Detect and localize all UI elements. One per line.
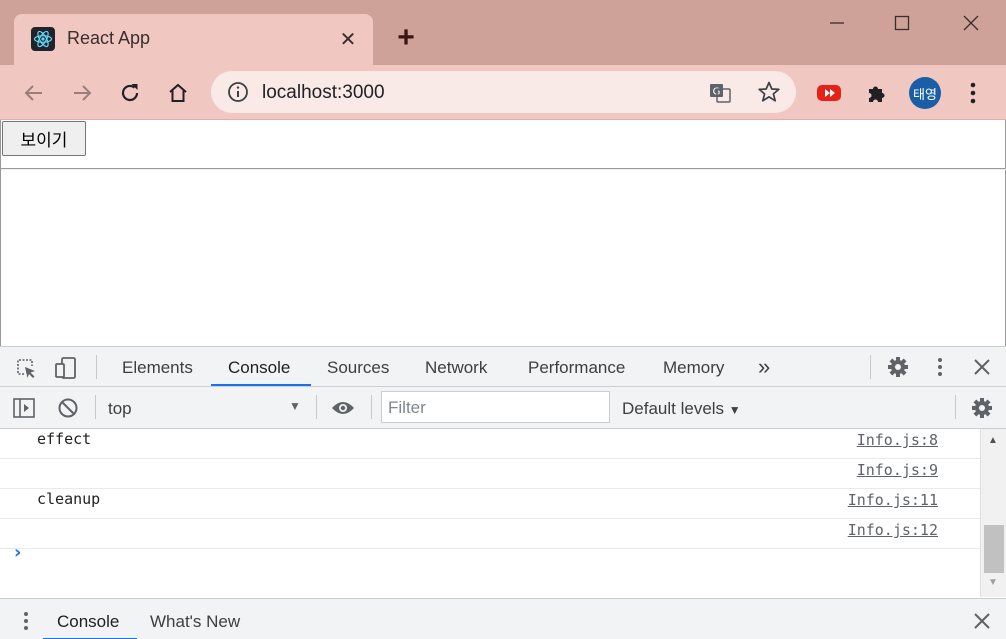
reload-icon[interactable] [114,77,146,109]
tab-performance[interactable]: Performance [528,358,625,378]
filter-input[interactable]: Filter [381,391,610,423]
tab-title: React App [67,28,151,48]
console-row: Info.js:12 [0,519,980,549]
profile-avatar[interactable]: 태영 [909,77,941,109]
console-row: cleanup Info.js:11 [0,489,980,519]
show-sidebar-icon[interactable] [12,396,36,420]
window-close-icon[interactable] [956,8,986,38]
source-link[interactable]: Info.js:8 [857,431,938,449]
bookmark-star-icon[interactable] [757,80,781,104]
maximize-icon[interactable] [887,8,917,38]
source-link[interactable]: Info.js:11 [848,491,938,509]
page-content: 보이기 [0,120,1006,346]
dropdown-arrow-icon[interactable]: ▼ [289,399,301,413]
toolbar-separator [371,395,372,419]
console-settings-gear-icon[interactable] [970,396,994,420]
devtools-drawer: Console What's New [0,598,1006,639]
tab-separator [870,355,871,379]
log-levels-label: Default levels [622,399,725,418]
translate-icon[interactable]: G [708,81,732,105]
close-devtools-icon[interactable] [970,355,994,379]
console-scrollbar[interactable]: ▲ ▼ [980,429,1006,597]
tab-network[interactable]: Network [425,358,487,378]
show-button[interactable]: 보이기 [2,121,86,156]
devtools-tab-bar: Elements Console Sources Network Perform… [0,347,1006,387]
toolbar-separator [316,395,317,419]
console-message: effect [37,430,92,448]
browser-toolbar: localhost:3000 G 태영 [0,65,1006,120]
console-output: effect Info.js:8 Info.js:9 cleanup Info.… [0,429,980,597]
close-drawer-icon[interactable] [970,609,994,633]
minimize-icon[interactable] [822,8,852,38]
live-expression-eye-icon[interactable] [330,396,356,420]
youtube-extension-icon[interactable] [813,77,845,109]
tab-memory[interactable]: Memory [663,358,724,378]
close-tab-icon[interactable]: ✕ [336,27,360,51]
info-icon[interactable] [227,81,249,103]
source-link[interactable]: Info.js:9 [857,461,938,479]
console-row: Info.js:9 [0,459,980,489]
tab-console[interactable]: Console [228,358,290,378]
toolbar-separator [955,395,956,419]
tab-strip: React App ✕ + [0,0,1006,65]
scroll-up-arrow-icon[interactable]: ▲ [988,435,998,446]
inspect-element-icon[interactable] [14,356,38,380]
levels-arrow-icon: ▼ [728,403,741,417]
console-prompt-chevron-icon[interactable]: › [14,542,21,563]
tab-sources[interactable]: Sources [327,358,389,378]
devtools-menu-icon[interactable] [934,355,946,379]
scroll-down-arrow-icon[interactable]: ▼ [988,577,998,588]
tab-elements[interactable]: Elements [122,358,193,378]
url-text: localhost:3000 [262,82,385,103]
console-row: effect Info.js:8 [0,429,980,459]
back-arrow-icon[interactable] [18,77,50,109]
device-toolbar-icon[interactable] [53,355,79,381]
source-link[interactable]: Info.js:12 [848,521,938,539]
forward-arrow-icon[interactable] [66,77,98,109]
extensions-puzzle-icon[interactable] [861,77,893,109]
drawer-tab-whats-new[interactable]: What's New [150,612,240,632]
drawer-tab-console[interactable]: Console [57,612,119,632]
console-message: cleanup [37,490,101,508]
more-tabs-chevron-icon[interactable]: » [758,354,770,380]
browser-tab-react-app[interactable]: React App ✕ [14,14,373,65]
react-logo-icon [31,27,55,51]
new-tab-button[interactable]: + [392,21,420,54]
horizontal-rule [1,168,1006,170]
active-tab-indicator [211,384,311,386]
devtools-panel: Elements Console Sources Network Perform… [0,346,1006,639]
toolbar-separator [95,395,96,419]
home-icon[interactable] [162,77,194,109]
drawer-menu-icon[interactable] [18,609,34,633]
clear-console-icon[interactable] [56,396,80,420]
settings-gear-icon[interactable] [886,355,910,379]
browser-menu-icon[interactable] [957,77,989,109]
scrollbar-thumb[interactable] [984,525,1004,573]
tab-separator [96,355,97,379]
context-selector[interactable]: top [108,399,132,419]
address-bar[interactable]: localhost:3000 G [211,71,796,113]
console-toolbar: top ▼ Filter Default levels ▼ [0,387,1006,429]
log-levels-dropdown[interactable]: Default levels ▼ [622,399,741,419]
